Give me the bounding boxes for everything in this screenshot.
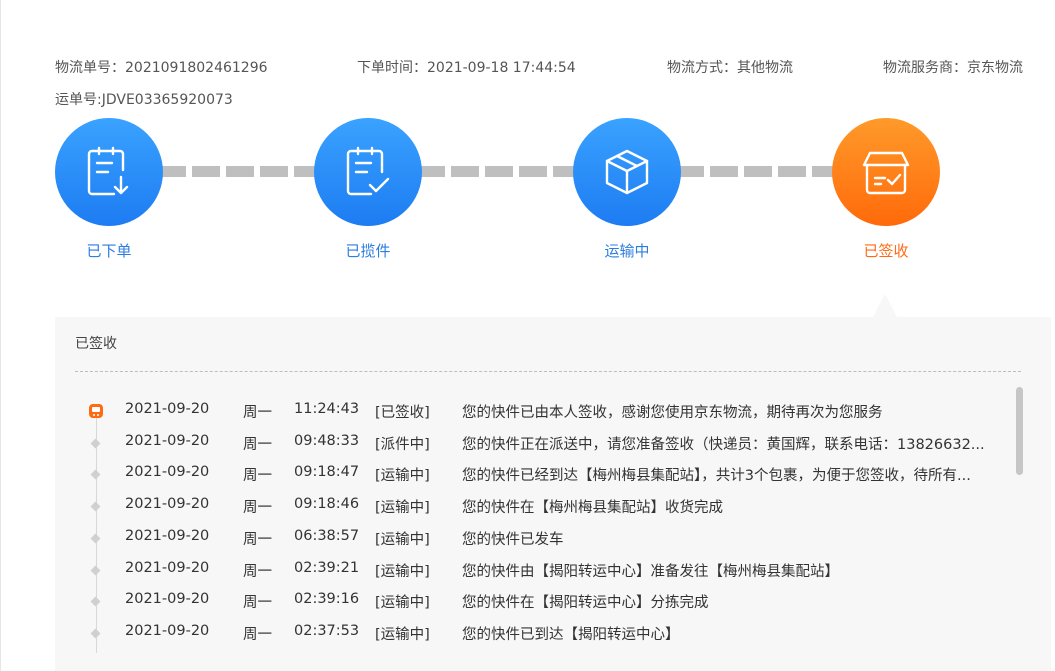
order-time-value: 2021-09-18 17:44:54	[427, 60, 576, 76]
logistics-provider-label: 物流服务商：	[883, 60, 967, 76]
scrollbar-thumb[interactable]	[1016, 387, 1023, 475]
event-weekday: 周一	[243, 437, 272, 453]
timeline-dot	[90, 596, 101, 607]
tracking-event: 2021-09-20 周一 11:24:43 [已签收] 您的快件已由本人签收，…	[55, 401, 1017, 432]
picked-up-icon	[346, 146, 390, 196]
step-signed-label: 已签收	[863, 242, 909, 260]
event-time: 09:48:33	[294, 433, 360, 449]
step-connector	[158, 166, 320, 177]
signed-icon	[862, 151, 910, 195]
tracking-event: 2021-09-20 周一 09:18:47 [运输中] 您的快件已经到达【梅州…	[55, 464, 1017, 495]
order-number-label: 物流单号：	[55, 60, 125, 76]
event-date: 2021-09-20	[125, 591, 210, 607]
event-date: 2021-09-20	[125, 623, 210, 639]
progress-steps: 已下单 已揽件 运输中 已签收	[0, 118, 1055, 268]
logistics-method: 物流方式：其他物流	[667, 57, 793, 77]
event-description: 您的快件已到达【揭阳转运中心】	[462, 627, 680, 643]
event-status: [运输中]	[375, 627, 430, 643]
step-connector	[417, 166, 579, 177]
tracking-event: 2021-09-20 周一 09:18:46 [运输中] 您的快件在【梅州梅县集…	[55, 496, 1017, 527]
event-date: 2021-09-20	[125, 496, 210, 512]
event-weekday: 周一	[243, 500, 272, 516]
event-status: [运输中]	[375, 532, 430, 548]
event-time: 02:37:53	[294, 623, 360, 639]
event-date: 2021-09-20	[125, 560, 210, 576]
step-in-transit-label: 运输中	[604, 242, 650, 260]
logistics-method-label: 物流方式：	[667, 60, 737, 76]
event-description: 您的快件由【揭阳转运中心】准备发往【梅州梅县集配站】	[462, 564, 839, 580]
tracking-event: 2021-09-20 周一 02:39:16 [运输中] 您的快件在【揭阳转运中…	[55, 591, 1017, 622]
step-picked-up-label: 已揽件	[345, 242, 391, 260]
waybill-value: JDVE03365920073	[101, 92, 233, 108]
step-signed: 已签收	[832, 118, 940, 261]
order-number: 物流单号：2021091802461296	[55, 57, 268, 77]
event-weekday: 周一	[243, 627, 272, 643]
event-description: 您的快件在【揭阳转运中心】分拣完成	[462, 595, 709, 611]
tracking-event: 2021-09-20 周一 06:38:57 [运输中] 您的快件已发车	[55, 528, 1017, 559]
event-status: [已签收]	[375, 405, 430, 421]
event-date: 2021-09-20	[125, 401, 210, 417]
event-date: 2021-09-20	[125, 528, 210, 544]
logistics-method-value: 其他物流	[737, 60, 793, 76]
step-ordered: 已下单	[55, 118, 163, 261]
event-time: 11:24:43	[294, 401, 360, 417]
event-weekday: 周一	[243, 564, 272, 580]
event-status: [运输中]	[375, 500, 430, 516]
timeline-dot	[90, 469, 101, 480]
event-status: [运输中]	[375, 468, 430, 484]
logistics-provider: 物流服务商：京东物流	[883, 57, 1023, 77]
step-in-transit-circle	[573, 118, 681, 226]
order-placed-icon	[87, 146, 129, 196]
event-status: [运输中]	[375, 564, 430, 580]
panel-pointer	[873, 294, 897, 317]
step-picked-up: 已揽件	[314, 118, 422, 261]
panel-divider	[75, 371, 1021, 372]
tracking-list[interactable]: 2021-09-20 周一 11:24:43 [已签收] 您的快件已由本人签收，…	[55, 393, 1017, 653]
event-date: 2021-09-20	[125, 464, 210, 480]
event-status: [运输中]	[375, 595, 430, 611]
event-description: 您的快件已由本人签收，感谢您使用京东物流，期待再次为您服务	[462, 405, 883, 421]
step-picked-up-circle	[314, 118, 422, 226]
package-box-icon	[605, 149, 649, 195]
event-description: 您的快件在【梅州梅县集配站】收货完成	[462, 500, 723, 516]
event-description: 您的快件正在派送中，请您准备签收（快递员：黄国辉，联系电话：13826632..…	[462, 437, 985, 453]
step-ordered-circle	[55, 118, 163, 226]
truck-icon	[89, 404, 103, 418]
timeline-dot	[90, 501, 101, 512]
page-left-border	[0, 0, 1, 671]
event-weekday: 周一	[243, 405, 272, 421]
event-weekday: 周一	[243, 595, 272, 611]
event-time: 09:18:46	[294, 496, 360, 512]
order-time: 下单时间：2021-09-18 17:44:54	[357, 57, 576, 77]
timeline-dot	[90, 533, 101, 544]
event-weekday: 周一	[243, 468, 272, 484]
timeline-dot	[90, 438, 101, 449]
order-number-value: 2021091802461296	[125, 60, 268, 76]
tracking-event: 2021-09-20 周一 09:48:33 [派件中] 您的快件正在派送中，请…	[55, 433, 1017, 464]
order-time-label: 下单时间：	[357, 60, 427, 76]
event-status: [派件中]	[375, 437, 430, 453]
tracking-event: 2021-09-20 周一 02:37:53 [运输中] 您的快件已到达【揭阳转…	[55, 623, 1017, 653]
event-time: 02:39:21	[294, 560, 360, 576]
tracking-panel: 已签收 2021-09-20 周一 11:24:43 [已签收] 您的快件已由本…	[55, 317, 1051, 671]
step-ordered-label: 已下单	[86, 242, 132, 260]
step-signed-circle	[832, 118, 940, 226]
timeline-dot	[90, 565, 101, 576]
event-date: 2021-09-20	[125, 433, 210, 449]
event-time: 06:38:57	[294, 528, 360, 544]
step-connector	[676, 166, 838, 177]
event-description: 您的快件已经到达【梅州梅县集配站】，共计3个包裹，为便于您签收，待所有...	[462, 468, 971, 484]
waybill-label: 运单号:	[55, 92, 102, 108]
timeline-dot	[90, 628, 101, 639]
event-time: 09:18:47	[294, 464, 360, 480]
panel-title: 已签收	[75, 336, 117, 352]
event-weekday: 周一	[243, 532, 272, 548]
event-description: 您的快件已发车	[462, 532, 564, 548]
logistics-provider-value: 京东物流	[967, 60, 1023, 76]
tracking-event: 2021-09-20 周一 02:39:21 [运输中] 您的快件由【揭阳转运中…	[55, 560, 1017, 591]
step-in-transit: 运输中	[573, 118, 681, 261]
event-time: 02:39:16	[294, 591, 360, 607]
waybill-number: 运单号:JDVE03365920073	[55, 89, 233, 109]
